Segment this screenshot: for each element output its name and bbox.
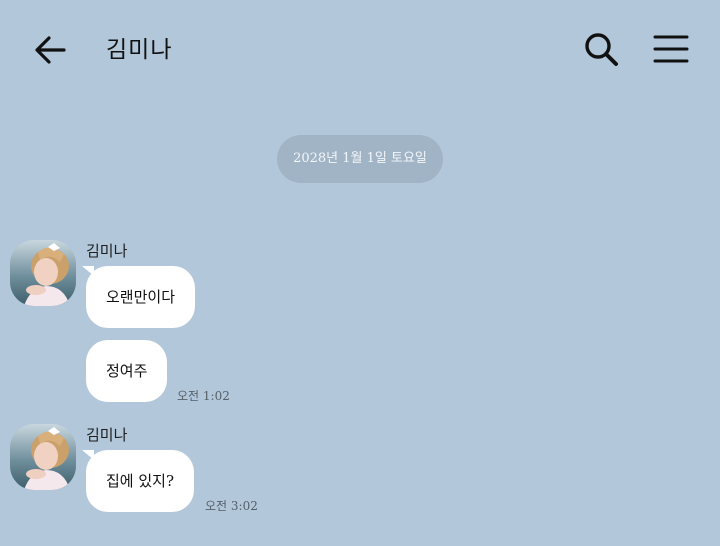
chat-title: 김미나 (106, 37, 173, 63)
date-divider: 2028년 1월 1일 토요일 (277, 135, 443, 183)
message-timestamp: 오전 3:02 (205, 499, 258, 513)
sender-name: 김미나 (86, 426, 128, 444)
message-timestamp: 오전 1:02 (177, 389, 230, 403)
message-bubble[interactable]: 집에 있지? (81, 450, 195, 512)
search-button[interactable] (580, 28, 624, 72)
sender-name: 김미나 (86, 242, 128, 260)
profile-photo (10, 240, 76, 306)
search-icon (585, 33, 618, 66)
arrow-left-icon (35, 36, 66, 64)
back-button[interactable] (30, 30, 70, 70)
message-bubble[interactable]: 정여주 (86, 340, 168, 402)
chat-header: 김미나 (0, 0, 720, 100)
message-bubble[interactable]: 오랜만이다 (81, 266, 196, 328)
avatar[interactable] (10, 240, 76, 306)
menu-button[interactable] (650, 28, 694, 72)
avatar[interactable] (10, 424, 76, 490)
profile-photo (10, 424, 76, 490)
hamburger-menu-icon (653, 35, 689, 63)
